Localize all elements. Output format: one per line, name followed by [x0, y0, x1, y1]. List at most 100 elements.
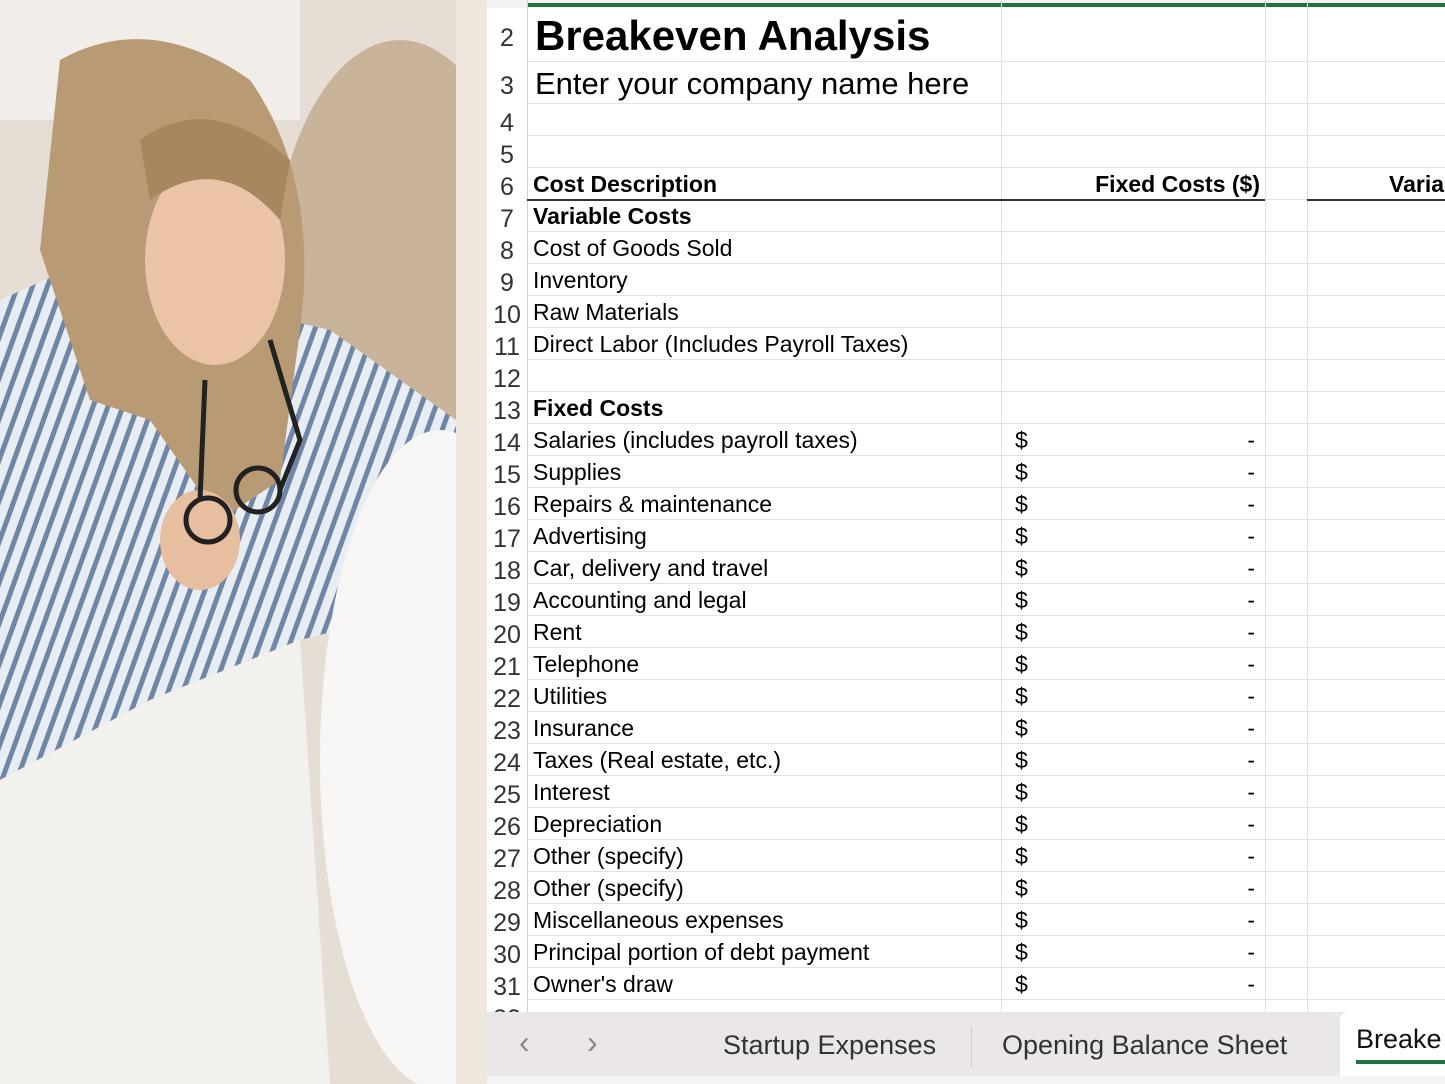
- row-gridline: [527, 903, 1445, 904]
- tab-breakeven-active[interactable]: Breake: [1340, 1012, 1445, 1076]
- row-number[interactable]: 21: [487, 648, 527, 681]
- row-number[interactable]: 6: [487, 168, 527, 201]
- fixed-cost-value[interactable]: -: [1001, 715, 1255, 742]
- row-number[interactable]: 28: [487, 872, 527, 905]
- fixed-cost-label[interactable]: Depreciation: [533, 811, 662, 838]
- row-number[interactable]: 3: [487, 62, 527, 104]
- fixed-cost-label[interactable]: Repairs & maintenance: [533, 491, 772, 518]
- fixed-cost-label[interactable]: Utilities: [533, 683, 607, 710]
- row-number[interactable]: 22: [487, 680, 527, 713]
- row-number[interactable]: 5: [487, 136, 527, 169]
- fixed-cost-label[interactable]: Supplies: [533, 459, 621, 486]
- spreadsheet-grid[interactable]: 2 3 4 5 6 7 8 9 10 11 12 13 14 15 16 17 18 19 20 21 22 23 24 25…: [487, 0, 1445, 1012]
- row-number[interactable]: 25: [487, 776, 527, 809]
- header-fixed-costs[interactable]: Fixed Costs ($): [1001, 171, 1260, 198]
- section-fixed-costs[interactable]: Fixed Costs: [533, 395, 663, 422]
- header-underline: [527, 199, 1265, 201]
- row-number[interactable]: 13: [487, 392, 527, 425]
- fixed-cost-value[interactable]: -: [1001, 651, 1255, 678]
- row-number[interactable]: 17: [487, 520, 527, 553]
- sheet-tab-bar: ‹ › Startup Expenses Opening Balance She…: [487, 1012, 1445, 1076]
- fixed-cost-value[interactable]: -: [1001, 427, 1255, 454]
- row-number[interactable]: 27: [487, 840, 527, 873]
- fixed-cost-value[interactable]: -: [1001, 747, 1255, 774]
- fixed-cost-label[interactable]: Accounting and legal: [533, 587, 747, 614]
- row-number[interactable]: 26: [487, 808, 527, 841]
- row-gridline: [527, 103, 1445, 104]
- fixed-cost-label[interactable]: Owner's draw: [533, 971, 673, 998]
- fixed-cost-label[interactable]: Telephone: [533, 651, 639, 678]
- fixed-cost-label[interactable]: Car, delivery and travel: [533, 555, 768, 582]
- row-number[interactable]: 14: [487, 424, 527, 457]
- row-number[interactable]: 30: [487, 936, 527, 969]
- fixed-cost-value[interactable]: -: [1001, 811, 1255, 838]
- row-gridline: [527, 519, 1445, 520]
- row-number[interactable]: 20: [487, 616, 527, 649]
- prev-sheet-button[interactable]: ‹: [519, 1024, 530, 1061]
- row-number[interactable]: 4: [487, 104, 527, 137]
- row-gridline: [527, 167, 1445, 168]
- tab-startup-expenses[interactable]: Startup Expenses: [723, 1030, 936, 1061]
- fixed-cost-label[interactable]: Other (specify): [533, 843, 684, 870]
- variable-cost-label[interactable]: Cost of Goods Sold: [533, 235, 732, 262]
- header-cost-description[interactable]: Cost Description: [533, 171, 717, 198]
- row-gridline: [527, 135, 1445, 136]
- fixed-cost-value[interactable]: -: [1001, 619, 1255, 646]
- row-number[interactable]: 32: [487, 1000, 527, 1012]
- header-variable-costs[interactable]: Varia: [1389, 171, 1444, 198]
- section-variable-costs[interactable]: Variable Costs: [533, 203, 692, 230]
- row-number[interactable]: 11: [487, 328, 527, 361]
- fixed-cost-label[interactable]: Principal portion of debt payment: [533, 939, 869, 966]
- fixed-cost-value[interactable]: -: [1001, 555, 1255, 582]
- fixed-cost-label[interactable]: Insurance: [533, 715, 634, 742]
- sheet-title[interactable]: Breakeven Analysis: [535, 12, 930, 60]
- row-number[interactable]: 19: [487, 584, 527, 617]
- row-number[interactable]: 7: [487, 200, 527, 233]
- fixed-cost-value[interactable]: -: [1001, 491, 1255, 518]
- fixed-cost-value[interactable]: -: [1001, 907, 1255, 934]
- row-gridline: [527, 327, 1445, 328]
- fixed-cost-label[interactable]: Taxes (Real estate, etc.): [533, 747, 781, 774]
- row-number[interactable]: 24: [487, 744, 527, 777]
- next-sheet-button[interactable]: ›: [587, 1024, 598, 1061]
- row-number[interactable]: 31: [487, 968, 527, 1001]
- fixed-cost-value[interactable]: -: [1001, 459, 1255, 486]
- variable-cost-label[interactable]: Inventory: [533, 267, 628, 294]
- row-number[interactable]: 2: [487, 8, 527, 62]
- row-gridline: [527, 839, 1445, 840]
- fixed-cost-value[interactable]: -: [1001, 523, 1255, 550]
- fixed-cost-value[interactable]: -: [1001, 683, 1255, 710]
- row-number[interactable]: 8: [487, 232, 527, 265]
- row-gridline: [527, 999, 1445, 1000]
- row-number[interactable]: 12: [487, 360, 527, 393]
- row-number[interactable]: 10: [487, 296, 527, 329]
- fixed-cost-label[interactable]: Advertising: [533, 523, 647, 550]
- fixed-cost-value[interactable]: -: [1001, 971, 1255, 998]
- fixed-cost-value[interactable]: -: [1001, 779, 1255, 806]
- fixed-cost-value[interactable]: -: [1001, 875, 1255, 902]
- fixed-cost-value[interactable]: -: [1001, 939, 1255, 966]
- row-number[interactable]: 23: [487, 712, 527, 745]
- row-number[interactable]: 16: [487, 488, 527, 521]
- fixed-cost-label[interactable]: Salaries (includes payroll taxes): [533, 427, 858, 454]
- tab-opening-balance-sheet[interactable]: Opening Balance Sheet: [1002, 1030, 1287, 1061]
- fixed-cost-value[interactable]: -: [1001, 843, 1255, 870]
- row-number[interactable]: 15: [487, 456, 527, 489]
- photo-illustration: [0, 0, 456, 1084]
- fixed-cost-label[interactable]: Interest: [533, 779, 610, 806]
- row-number[interactable]: 9: [487, 264, 527, 297]
- company-name[interactable]: Enter your company name here: [535, 66, 969, 102]
- fixed-cost-label[interactable]: Rent: [533, 619, 582, 646]
- variable-cost-label[interactable]: Raw Materials: [533, 299, 679, 326]
- fixed-cost-label[interactable]: Other (specify): [533, 875, 684, 902]
- row-number[interactable]: 29: [487, 904, 527, 937]
- row-gridline: [527, 647, 1445, 648]
- row-gridline: [527, 295, 1445, 296]
- row-gridline: [527, 231, 1445, 232]
- fixed-cost-label[interactable]: Miscellaneous expenses: [533, 907, 784, 934]
- row-number[interactable]: 18: [487, 552, 527, 585]
- variable-cost-label[interactable]: Direct Labor (Includes Payroll Taxes): [533, 331, 908, 358]
- fixed-cost-value[interactable]: -: [1001, 587, 1255, 614]
- row-gridline: [527, 263, 1445, 264]
- row-gridline: [527, 583, 1445, 584]
